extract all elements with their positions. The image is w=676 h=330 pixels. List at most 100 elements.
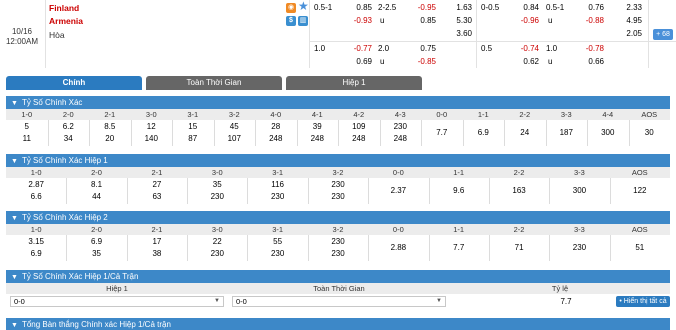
star-icon[interactable]: ★ bbox=[298, 0, 309, 12]
ft-over-odds-2[interactable]: 0.75 bbox=[404, 44, 436, 53]
odds-cell[interactable]: 87 bbox=[172, 134, 214, 143]
odds-cell[interactable]: 6.6 bbox=[6, 192, 66, 201]
h1-over-odds[interactable]: 0.76 bbox=[572, 3, 604, 12]
ft-1x2-draw[interactable]: 3.60 bbox=[440, 29, 472, 38]
first-half-select[interactable]: 0-0 ▼ bbox=[10, 296, 224, 307]
odds-cell[interactable]: 230 bbox=[549, 243, 609, 252]
odds-cell[interactable]: 109 bbox=[338, 122, 380, 131]
odds-cell[interactable]: 15 bbox=[172, 122, 214, 131]
h1-under-odds[interactable]: -0.88 bbox=[572, 16, 604, 25]
odds-cell[interactable]: 140 bbox=[131, 134, 173, 143]
odds-cell[interactable]: 2.88 bbox=[368, 243, 428, 252]
odds-cell[interactable]: 30 bbox=[629, 128, 671, 137]
odds-cell[interactable]: 6.2 bbox=[48, 122, 90, 131]
away-team[interactable]: Armenia bbox=[49, 16, 83, 26]
odds-cell[interactable]: 63 bbox=[127, 192, 187, 201]
odds-cell[interactable]: 248 bbox=[255, 134, 297, 143]
odds-cell[interactable]: 6.9 bbox=[66, 237, 126, 246]
h1-home-odds-2[interactable]: -0.74 bbox=[507, 44, 539, 53]
htft-ratio[interactable]: 7.7 bbox=[546, 296, 586, 307]
ft-1x2-away[interactable]: 5.30 bbox=[440, 16, 472, 25]
odds-cell[interactable]: 230 bbox=[187, 192, 247, 201]
odds-cell[interactable]: 7.7 bbox=[429, 243, 489, 252]
ft-home-odds[interactable]: 0.85 bbox=[340, 3, 372, 12]
odds-cell[interactable]: 8.5 bbox=[89, 122, 131, 131]
odds-cell[interactable]: 17 bbox=[127, 237, 187, 246]
odds-cell[interactable]: 230 bbox=[380, 122, 422, 131]
money-icon[interactable]: $ bbox=[286, 16, 296, 26]
odds-cell[interactable]: 6.9 bbox=[6, 249, 66, 258]
odds-cell[interactable]: 11 bbox=[6, 134, 48, 143]
odds-cell[interactable]: 22 bbox=[187, 237, 247, 246]
odds-cell[interactable]: 122 bbox=[610, 186, 670, 195]
odds-cell[interactable]: 187 bbox=[546, 128, 588, 137]
odds-cell[interactable]: 5 bbox=[6, 122, 48, 131]
full-time-select[interactable]: 0-0 ▼ bbox=[232, 296, 446, 307]
ft-home-odds-2[interactable]: -0.77 bbox=[340, 44, 372, 53]
home-team[interactable]: Finland bbox=[49, 3, 79, 13]
odds-cell[interactable]: 116 bbox=[247, 180, 307, 189]
odds-cell[interactable]: 230 bbox=[308, 180, 368, 189]
tab-first-half[interactable]: Hiệp 1 bbox=[286, 76, 422, 90]
section-header[interactable]: ▼ Tổng Bàn thắng Chính xác Hiệp 1/Cả trận bbox=[6, 318, 670, 330]
h1-1x2-draw[interactable]: 2.05 bbox=[610, 29, 642, 38]
odds-cell[interactable]: 20 bbox=[89, 134, 131, 143]
odds-cell[interactable]: 35 bbox=[187, 180, 247, 189]
odds-cell[interactable]: 71 bbox=[489, 243, 549, 252]
odds-cell[interactable]: 230 bbox=[247, 249, 307, 258]
ft-away-odds[interactable]: -0.93 bbox=[340, 16, 372, 25]
odds-cell[interactable]: 300 bbox=[587, 128, 629, 137]
h1-1x2-away[interactable]: 4.95 bbox=[610, 16, 642, 25]
h1-home-odds[interactable]: 0.84 bbox=[507, 3, 539, 12]
odds-cell[interactable]: 45 bbox=[214, 122, 256, 131]
section-header[interactable]: ▼ Tỷ Số Chính Xác Hiệp 1/Cả Trận bbox=[6, 270, 670, 283]
odds-cell[interactable]: 3.15 bbox=[6, 237, 66, 246]
odds-cell[interactable]: 230 bbox=[308, 237, 368, 246]
chart-icon[interactable]: ▥ bbox=[298, 16, 308, 26]
h1-1x2-home[interactable]: 2.33 bbox=[610, 3, 642, 12]
odds-cell[interactable]: 44 bbox=[66, 192, 126, 201]
h1-over-odds-2[interactable]: -0.78 bbox=[572, 44, 604, 53]
odds-cell[interactable]: 7.7 bbox=[421, 128, 463, 137]
section-header[interactable]: ▼ Tỷ Số Chính Xác Hiệp 1 bbox=[6, 154, 670, 167]
ft-1x2-home[interactable]: 1.63 bbox=[440, 3, 472, 12]
odds-cell[interactable]: 230 bbox=[187, 249, 247, 258]
rss-icon[interactable]: ◉ bbox=[286, 3, 296, 13]
h1-under-odds-2[interactable]: 0.66 bbox=[572, 57, 604, 66]
odds-cell[interactable]: 9.6 bbox=[429, 186, 489, 195]
odds-cell[interactable]: 38 bbox=[127, 249, 187, 258]
odds-cell[interactable]: 230 bbox=[308, 192, 368, 201]
odds-cell[interactable]: 28 bbox=[255, 122, 297, 131]
odds-cell[interactable]: 230 bbox=[247, 192, 307, 201]
h1-away-odds-2[interactable]: 0.62 bbox=[507, 57, 539, 66]
odds-cell[interactable]: 107 bbox=[214, 134, 256, 143]
odds-cell[interactable]: 300 bbox=[549, 186, 609, 195]
odds-cell[interactable]: 12 bbox=[131, 122, 173, 131]
odds-cell[interactable]: 248 bbox=[380, 134, 422, 143]
odds-cell[interactable]: 51 bbox=[610, 243, 670, 252]
odds-cell[interactable]: 163 bbox=[489, 186, 549, 195]
odds-cell[interactable]: 2.87 bbox=[6, 180, 66, 189]
odds-cell[interactable]: 35 bbox=[66, 249, 126, 258]
odds-cell[interactable]: 230 bbox=[308, 249, 368, 258]
odds-cell[interactable]: 39 bbox=[297, 122, 339, 131]
section-header[interactable]: ▼ Tỷ Số Chính Xác Hiệp 2 bbox=[6, 211, 670, 224]
section-header[interactable]: ▼ Tỷ Số Chính Xác bbox=[6, 96, 670, 109]
odds-cell[interactable]: 8.1 bbox=[66, 180, 126, 189]
ft-under-odds[interactable]: 0.85 bbox=[404, 16, 436, 25]
ft-under-odds-2[interactable]: -0.85 bbox=[404, 57, 436, 66]
odds-cell[interactable]: 248 bbox=[297, 134, 339, 143]
ft-over-odds[interactable]: -0.95 bbox=[404, 3, 436, 12]
ft-away-odds-2[interactable]: 0.69 bbox=[340, 57, 372, 66]
h1-away-odds[interactable]: -0.96 bbox=[507, 16, 539, 25]
odds-cell[interactable]: 248 bbox=[338, 134, 380, 143]
odds-cell[interactable]: 34 bbox=[48, 134, 90, 143]
tab-full-time[interactable]: Toàn Thời Gian bbox=[146, 76, 282, 90]
odds-cell[interactable]: 24 bbox=[504, 128, 546, 137]
tab-main[interactable]: Chính bbox=[6, 76, 142, 90]
odds-cell[interactable]: 2.37 bbox=[368, 186, 428, 195]
odds-cell[interactable]: 6.9 bbox=[463, 128, 505, 137]
more-markets-button[interactable]: + 68 bbox=[653, 29, 673, 40]
odds-cell[interactable]: 55 bbox=[247, 237, 307, 246]
odds-cell[interactable]: 27 bbox=[127, 180, 187, 189]
